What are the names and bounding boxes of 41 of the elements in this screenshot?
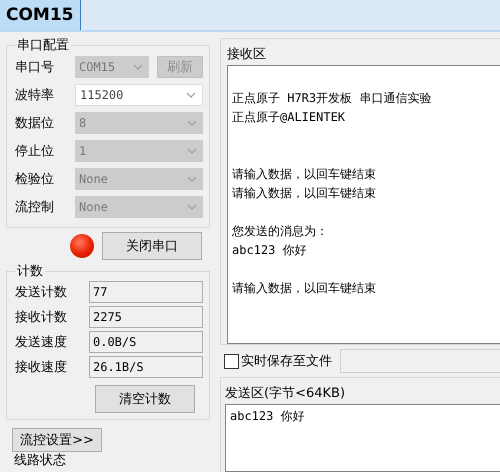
flow-settings-button[interactable]: 流控设置>> (12, 428, 102, 452)
send-input-field[interactable]: abc123 你好 (225, 404, 500, 472)
caret-icon (187, 120, 197, 126)
send-title: 发送区(字节<64KB) (225, 385, 346, 403)
field-label: 停止位 (15, 143, 55, 160)
clear-counts-button[interactable]: 清空计数 (95, 385, 195, 413)
file-path-field[interactable] (340, 349, 500, 373)
caret-icon (187, 176, 197, 182)
field-label: 检验位 (15, 171, 55, 188)
count-label: 发送计数 (15, 284, 68, 300)
count-field: 77 (89, 280, 203, 302)
received-line: 正点原子 H7R3开发板 串口通信实验 (232, 90, 432, 107)
count-label: 接收计数 (15, 308, 68, 326)
receive-title: 接收区 (227, 46, 267, 64)
count-field: 2275 (89, 306, 203, 328)
group-title: 串口配置 (16, 38, 70, 53)
count-field: 26.1B/S (89, 356, 203, 378)
save-label: 实时保存至文件 (241, 353, 332, 370)
group-title: 计数 (16, 264, 44, 279)
caret-icon (133, 64, 143, 70)
count-label: 接收速度 (15, 358, 68, 376)
received-line: 正点原子@ALIENTEK (232, 109, 346, 126)
field-label: 串口号 (15, 59, 55, 76)
caret-icon (187, 204, 197, 210)
received-line: 您发送的消息为： (232, 223, 328, 240)
save-checkbox[interactable] (224, 354, 239, 368)
received-line: abc123 你好 (232, 242, 307, 259)
dropdown[interactable]: 115200 (75, 84, 203, 106)
caret-icon (187, 148, 197, 154)
field-label: 波特率 (15, 87, 55, 104)
received-line: 请输入数据，以回车键结束 (232, 280, 376, 297)
caret-icon (186, 92, 196, 98)
received-line: 请输入数据，以回车键结束 (232, 166, 376, 183)
close-port-button[interactable]: 关闭串口 (102, 232, 202, 260)
field-label: 流控制 (15, 199, 55, 216)
received-line: 请输入数据，以回车键结束 (232, 185, 376, 202)
field-label: 数据位 (15, 115, 55, 132)
group-title: 线路状态 (14, 453, 66, 468)
count-field: 0.0B/S (89, 330, 203, 352)
count-label: 发送速度 (15, 334, 68, 350)
port-tab[interactable]: COM15 (0, 0, 81, 30)
